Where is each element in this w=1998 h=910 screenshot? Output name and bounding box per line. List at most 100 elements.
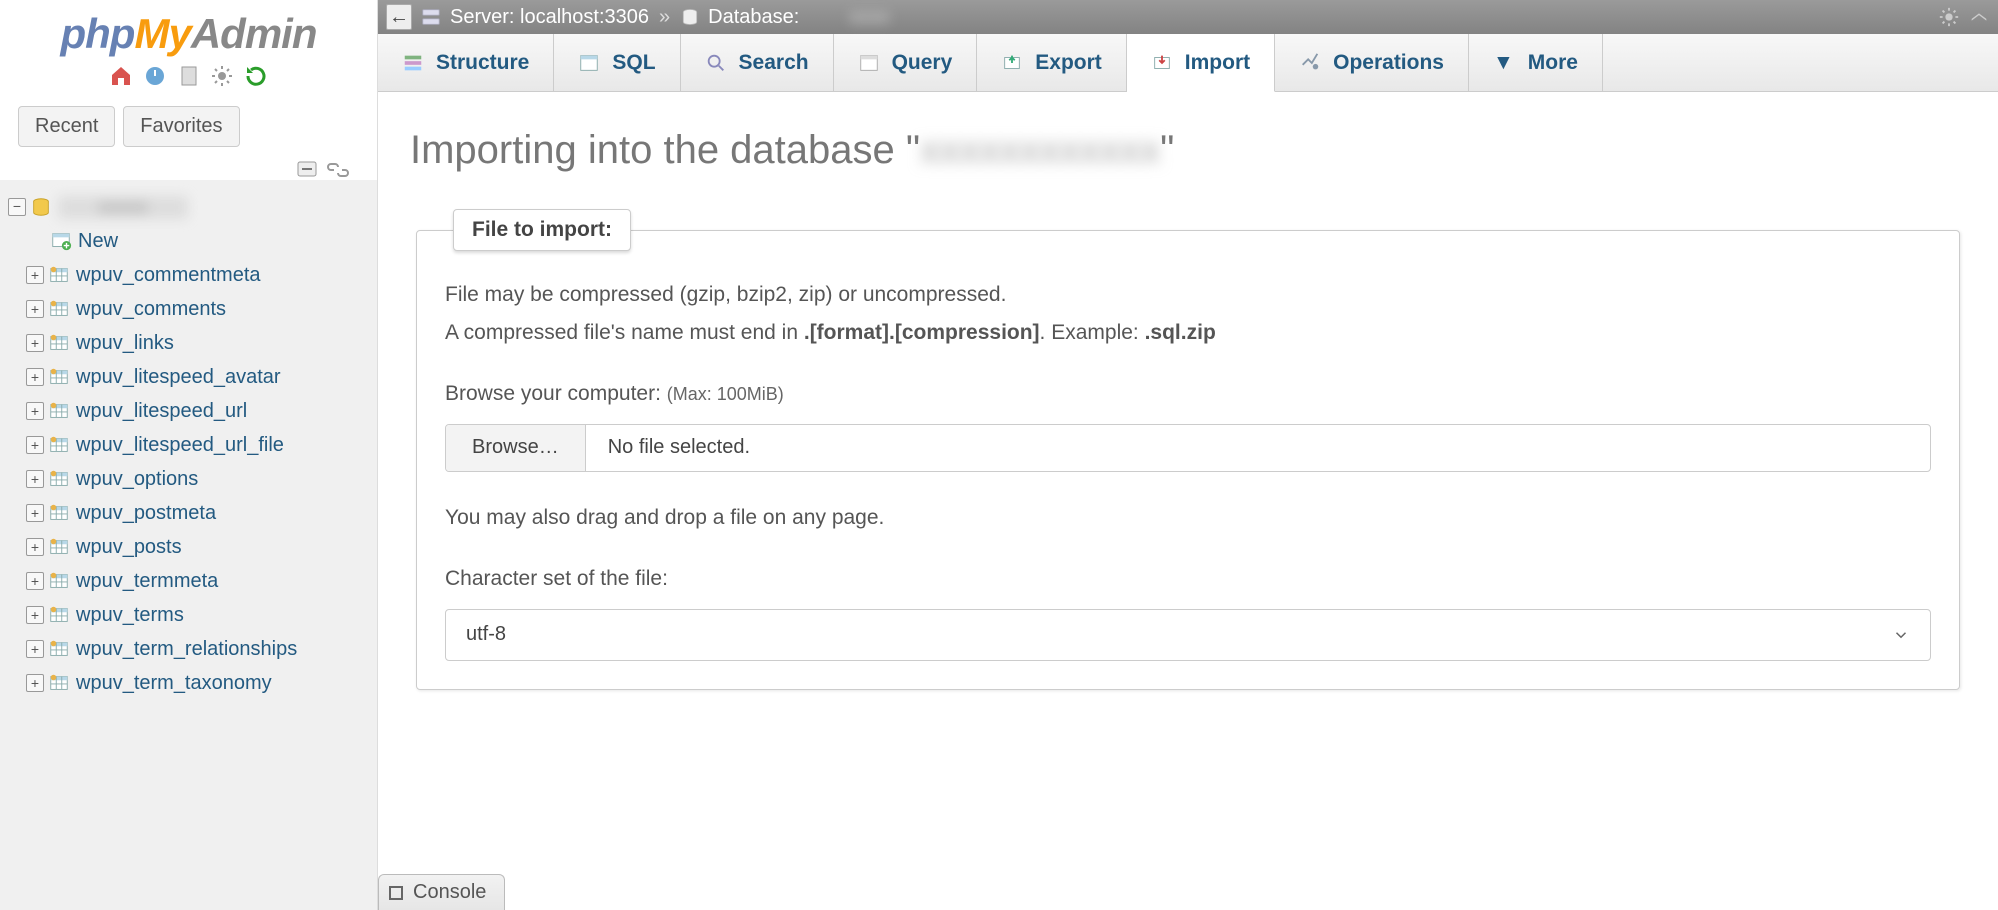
phpmyadmin-logo[interactable]: phpMyAdmin [0,10,377,58]
sidebar: phpMyAdmin Recent Favorites − xxxxx [0,0,378,910]
table-browse-icon[interactable] [48,604,70,626]
tab-more[interactable]: ▼ More [1469,34,1603,91]
browse-button[interactable]: Browse… [446,425,586,471]
docs-icon[interactable] [177,64,201,88]
chevron-down-icon: ▼ [1493,51,1514,75]
tree-table-row[interactable]: + wpuv_litespeed_avatar [8,360,369,394]
search-icon [705,52,727,74]
table-name[interactable]: wpuv_litespeed_url_file [76,434,284,457]
tab-import[interactable]: Import [1127,34,1275,92]
tree-table-row[interactable]: + wpuv_litespeed_url [8,394,369,428]
expand-icon[interactable]: + [26,266,44,284]
table-browse-icon[interactable] [48,638,70,660]
file-status: No file selected. [586,436,772,459]
table-browse-icon[interactable] [48,536,70,558]
expand-icon[interactable]: + [26,504,44,522]
tab-operations[interactable]: Operations [1275,34,1469,91]
expand-icon[interactable] [1968,6,1990,28]
table-name[interactable]: wpuv_postmeta [76,502,216,525]
tree-table-row[interactable]: + wpuv_options [8,462,369,496]
tab-sql[interactable]: SQL [554,34,680,91]
collapse-icon[interactable]: − [8,198,26,216]
expand-icon[interactable]: + [26,334,44,352]
title-database-name-redacted: xxxxxxxxxxxx [920,128,1160,172]
tree-database-node[interactable]: − xxxxx [8,190,369,224]
expand-icon[interactable]: + [26,538,44,556]
breadcrumb-server[interactable]: Server: localhost:3306 [450,6,649,29]
table-browse-icon[interactable] [48,570,70,592]
table-name[interactable]: wpuv_term_relationships [76,638,297,661]
page-settings-icon[interactable] [1938,6,1960,28]
panel-legend: File to import: [453,209,631,251]
tree-table-row[interactable]: + wpuv_term_taxonomy [8,666,369,700]
expand-icon[interactable]: + [26,572,44,590]
tree-table-row[interactable]: + wpuv_posts [8,530,369,564]
table-browse-icon[interactable] [48,502,70,524]
tree-table-row[interactable]: + wpuv_comments [8,292,369,326]
favorites-tab[interactable]: Favorites [123,106,239,147]
tree-table-row[interactable]: + wpuv_term_relationships [8,632,369,666]
expand-icon[interactable]: + [26,606,44,624]
table-name[interactable]: wpuv_posts [76,536,182,559]
table-name[interactable]: wpuv_options [76,468,198,491]
home-icon[interactable] [109,64,133,88]
new-table-icon [50,230,72,252]
database-name-redacted: xxxxx [58,196,188,219]
table-browse-icon[interactable] [48,434,70,456]
table-name[interactable]: wpuv_termmeta [76,570,218,593]
file-to-import-panel: File to import: File may be compressed (… [416,209,1960,690]
table-name[interactable]: wpuv_comments [76,298,226,321]
tree-table-row[interactable]: + wpuv_commentmeta [8,258,369,292]
tab-search[interactable]: Search [681,34,834,91]
breadcrumb-bar: ← Server: localhost:3306 » Database: xxx… [378,0,1998,34]
tab-structure[interactable]: Structure [378,34,554,91]
tree-table-row[interactable]: + wpuv_termmeta [8,564,369,598]
table-browse-icon[interactable] [48,332,70,354]
expand-icon[interactable]: + [26,368,44,386]
table-browse-icon[interactable] [48,468,70,490]
link-icon[interactable] [327,163,349,177]
logout-icon[interactable] [143,64,167,88]
table-name[interactable]: wpuv_litespeed_url [76,400,247,423]
breadcrumb-database-label[interactable]: Database: [708,6,799,29]
database-tree: − xxxxx New + wpuv_commentmeta + wpuv_comme… [0,190,377,700]
sql-icon [578,52,600,74]
expand-icon[interactable]: + [26,674,44,692]
expand-icon[interactable]: + [26,300,44,318]
tab-export[interactable]: Export [977,34,1127,91]
table-name[interactable]: wpuv_terms [76,604,184,627]
expand-icon[interactable]: + [26,470,44,488]
expand-icon[interactable]: + [26,436,44,454]
export-icon [1001,52,1023,74]
table-name[interactable]: wpuv_commentmeta [76,264,261,287]
charset-select[interactable]: utf-8 [445,609,1931,661]
tree-table-row[interactable]: + wpuv_links [8,326,369,360]
tree-table-row[interactable]: + wpuv_postmeta [8,496,369,530]
tree-table-row[interactable]: + wpuv_litespeed_url_file [8,428,369,462]
expand-icon[interactable]: + [26,402,44,420]
database-icon [30,196,52,218]
page-title: Importing into the database "xxxxxxxxxxx… [410,128,1966,173]
recent-tab[interactable]: Recent [18,106,115,147]
tree-table-row[interactable]: + wpuv_terms [8,598,369,632]
table-name[interactable]: wpuv_litespeed_avatar [76,366,281,389]
reload-icon[interactable] [244,64,268,88]
server-icon [420,6,442,28]
table-name[interactable]: wpuv_term_taxonomy [76,672,272,695]
tab-query[interactable]: Query [834,34,978,91]
console-toggle[interactable]: Console [378,874,505,910]
back-button[interactable]: ← [386,4,412,30]
table-browse-icon[interactable] [48,298,70,320]
settings-icon[interactable] [210,64,234,88]
table-name[interactable]: wpuv_links [76,332,174,355]
compress-note-2: A compressed file's name must end in .[f… [445,317,1931,349]
table-browse-icon[interactable] [48,400,70,422]
table-browse-icon[interactable] [48,672,70,694]
table-browse-icon[interactable] [48,264,70,286]
chevron-down-icon [1892,626,1910,644]
tree-new-row[interactable]: New [8,224,369,258]
collapse-all-icon[interactable] [297,161,317,177]
expand-icon[interactable]: + [26,640,44,658]
table-browse-icon[interactable] [48,366,70,388]
file-input[interactable]: Browse… No file selected. [445,424,1931,472]
